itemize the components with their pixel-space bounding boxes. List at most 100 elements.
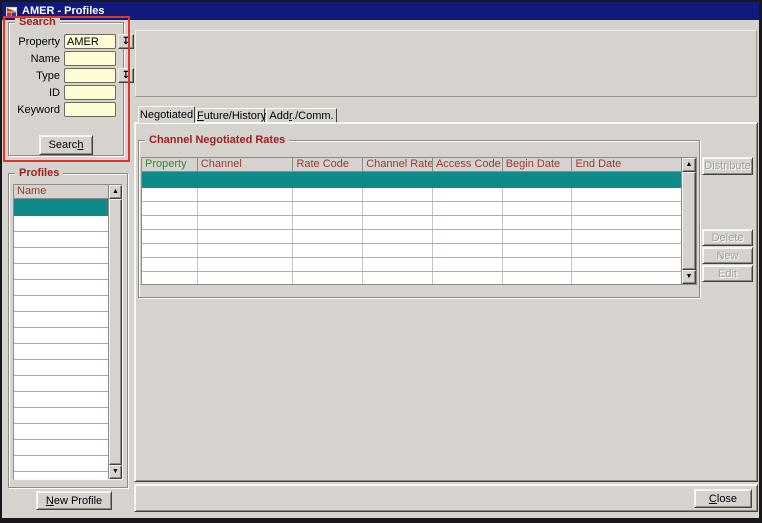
selected-profile-row[interactable] <box>14 199 108 216</box>
rate-cell <box>142 258 198 271</box>
profile-row[interactable] <box>14 472 108 479</box>
profile-row[interactable] <box>14 360 108 376</box>
scroll-down-button[interactable]: ▼ <box>682 270 696 284</box>
rate-cell <box>433 244 503 257</box>
keyword-input[interactable] <box>64 102 116 117</box>
column-header-property[interactable]: Property <box>142 158 198 171</box>
type-field-row: Type ↧ <box>11 68 134 83</box>
rate-cell <box>503 188 573 201</box>
profiles-groupbox: Profiles Name ▲ ▼ <box>8 173 128 488</box>
profile-row[interactable] <box>14 280 108 296</box>
profile-row[interactable] <box>14 312 108 328</box>
scrollbar-thumb[interactable] <box>109 199 122 465</box>
rate-cell <box>503 258 573 271</box>
profile-row[interactable] <box>14 248 108 264</box>
rates-group-label: Channel Negotiated Rates <box>145 134 289 146</box>
lov-down-icon: ↧ <box>122 36 130 47</box>
profiles-group-label: Profiles <box>15 167 63 179</box>
rate-row[interactable] <box>142 216 681 230</box>
profile-row[interactable] <box>14 296 108 312</box>
column-header-end-date[interactable]: End Date <box>572 158 681 171</box>
tab-future-history[interactable]: Future/History <box>196 108 265 123</box>
profile-row[interactable] <box>14 264 108 280</box>
rate-cell <box>198 188 294 201</box>
rate-cell <box>142 216 198 229</box>
delete-button[interactable]: Delete <box>702 229 753 246</box>
tab-negotiated[interactable]: Negotiated <box>138 106 195 123</box>
rate-row[interactable] <box>142 258 681 272</box>
search-button[interactable]: Search <box>39 135 93 155</box>
rate-cell <box>572 202 681 215</box>
search-groupbox: Search Property ↧ Name Type ↧ ID Keyword… <box>8 22 124 156</box>
column-header-channel-rate[interactable]: Channel Rate <box>363 158 433 171</box>
rate-cell <box>433 188 503 201</box>
column-header-begin-date[interactable]: Begin Date <box>503 158 573 171</box>
rate-cell <box>293 258 363 271</box>
id-input[interactable] <box>64 85 116 100</box>
rate-cell <box>363 230 433 243</box>
property-lov-button[interactable]: ↧ <box>118 34 134 49</box>
close-button[interactable]: Close <box>694 489 752 508</box>
profile-row[interactable] <box>14 344 108 360</box>
rate-cell <box>503 272 573 284</box>
profile-row[interactable] <box>14 376 108 392</box>
profile-row[interactable] <box>14 216 108 232</box>
rate-row[interactable] <box>142 188 681 202</box>
name-input[interactable] <box>64 51 116 66</box>
type-lov-button[interactable]: ↧ <box>118 68 134 83</box>
profile-row[interactable] <box>14 328 108 344</box>
new-button[interactable]: New <box>702 247 753 264</box>
window: AMER - Profiles Search Property ↧ Name T… <box>0 0 762 523</box>
profile-row[interactable] <box>14 408 108 424</box>
property-input[interactable] <box>64 34 116 49</box>
rate-cell <box>572 230 681 243</box>
profiles-list-main: Name <box>14 185 108 479</box>
type-input[interactable] <box>64 68 116 83</box>
search-group-label: Search <box>15 16 60 28</box>
tab-addr-comm[interactable]: Addr./Comm. <box>266 108 337 123</box>
rate-cell <box>142 230 198 243</box>
column-header-access-code[interactable]: Access Code <box>433 158 503 171</box>
profiles-list: Name ▲ ▼ <box>13 184 123 480</box>
rate-cell <box>363 202 433 215</box>
profile-row[interactable] <box>14 232 108 248</box>
rate-cell <box>142 202 198 215</box>
profile-row[interactable] <box>14 456 108 472</box>
rate-row[interactable] <box>142 244 681 258</box>
profiles-name-column-header: Name <box>14 185 108 199</box>
profile-row[interactable] <box>14 392 108 408</box>
profile-row[interactable] <box>14 424 108 440</box>
rate-cell <box>198 272 294 284</box>
profiles-scrollbar: ▲ ▼ <box>108 185 122 479</box>
rate-cell <box>293 202 363 215</box>
distribute-button[interactable]: Distribute <box>702 157 753 175</box>
column-header-rate-code[interactable]: Rate Code <box>293 158 363 171</box>
rates-table: Property Channel Rate Code Channel Rate … <box>141 157 697 285</box>
scroll-down-button[interactable]: ▼ <box>109 465 122 479</box>
name-label: Name <box>11 53 64 65</box>
rate-cell <box>503 244 573 257</box>
rates-scrollbar: ▲ ▼ <box>681 158 696 284</box>
rate-row[interactable] <box>142 272 681 284</box>
scroll-up-button[interactable]: ▲ <box>109 185 122 199</box>
rate-cell <box>572 216 681 229</box>
column-header-channel[interactable]: Channel <box>198 158 294 171</box>
scroll-up-button[interactable]: ▲ <box>682 158 696 172</box>
profile-row[interactable] <box>14 440 108 456</box>
tab-label: Addr./Comm. <box>269 110 333 122</box>
rate-cell <box>503 230 573 243</box>
new-profile-button[interactable]: New Profile <box>36 491 112 510</box>
rate-cell <box>433 272 503 284</box>
rate-row[interactable] <box>142 230 681 244</box>
rates-table-main: Property Channel Rate Code Channel Rate … <box>142 158 681 284</box>
type-label: Type <box>11 70 64 82</box>
rate-cell <box>142 188 198 201</box>
selected-rate-row[interactable] <box>142 172 681 188</box>
rate-row[interactable] <box>142 202 681 216</box>
rate-cell <box>433 230 503 243</box>
rate-cell <box>363 272 433 284</box>
rate-cell <box>293 272 363 284</box>
edit-button[interactable]: Edit <box>702 265 753 282</box>
scrollbar-thumb[interactable] <box>682 172 696 270</box>
keyword-label: Keyword <box>11 104 64 116</box>
